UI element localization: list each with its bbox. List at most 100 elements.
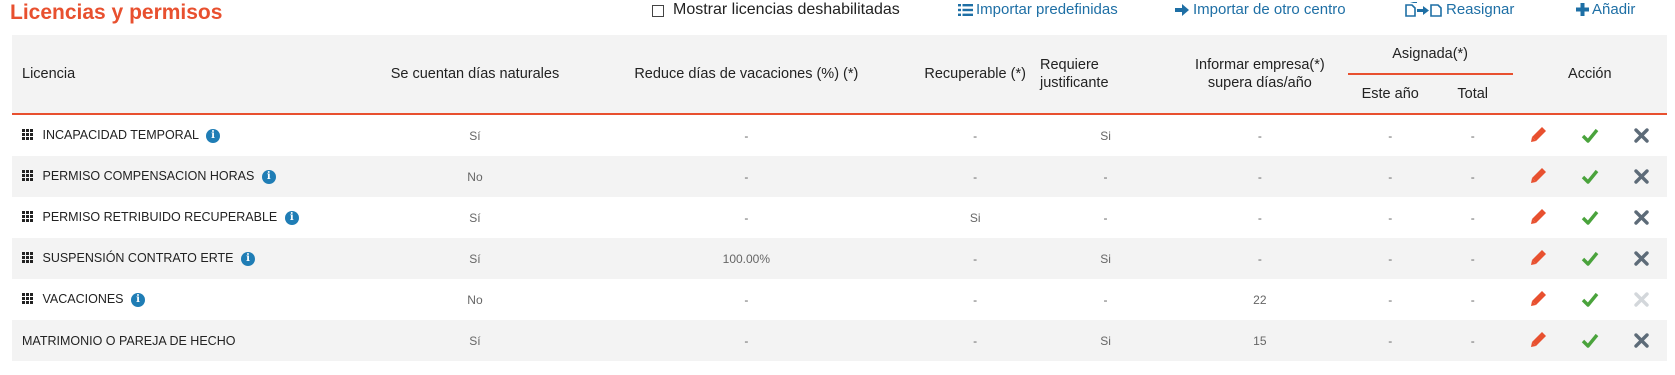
recoverable-cell: - xyxy=(973,128,978,143)
list-icon xyxy=(958,3,973,16)
show-disabled-toggle[interactable]: Mostrar licencias deshabilitadas xyxy=(652,1,900,19)
check-icon[interactable] xyxy=(1580,166,1600,186)
recoverable-cell: - xyxy=(911,238,1040,279)
reduce-vacations-cell: - xyxy=(744,128,749,143)
table-row: PERMISO COMPENSACION HORAS i No - - - - … xyxy=(12,156,1667,197)
add-license-link[interactable]: Añadir xyxy=(1576,1,1635,18)
table-body: INCAPACIDAD TEMPORAL i Sí - - Si - - - P… xyxy=(12,114,1667,361)
license-name: PERMISO COMPENSACION HORAS xyxy=(42,169,255,184)
import-predefined-link[interactable]: Importar predefinidas xyxy=(958,1,1118,18)
col-total[interactable]: Total xyxy=(1432,74,1513,114)
natural-days-cell: No xyxy=(368,156,582,197)
drag-handle-icon[interactable] xyxy=(22,252,33,264)
show-disabled-checkbox[interactable] xyxy=(652,5,664,17)
col-natural-days[interactable]: Se cuentan días naturales xyxy=(368,35,582,114)
natural-days-cell: Sí xyxy=(469,210,481,225)
activate-cell xyxy=(1564,238,1616,279)
info-icon[interactable]: i xyxy=(131,292,146,307)
col-inform[interactable]: Informar empresa(*) supera días/año xyxy=(1172,35,1348,114)
page-title: Licencias y permisos xyxy=(10,1,223,24)
check-icon[interactable] xyxy=(1580,207,1600,227)
natural-days-cell: Sí xyxy=(368,320,582,361)
reassign-label: Reasignar xyxy=(1446,1,1515,18)
check-icon[interactable] xyxy=(1580,330,1600,350)
this-year-cell: - xyxy=(1347,156,1433,197)
justify-cell: Si xyxy=(1039,238,1173,279)
this-year-cell: - xyxy=(1347,320,1433,361)
close-icon[interactable] xyxy=(1631,330,1651,350)
close-icon[interactable] xyxy=(1631,207,1651,227)
license-name: VACACIONES xyxy=(42,292,124,307)
info-icon[interactable]: i xyxy=(261,169,276,184)
inform-cell: - xyxy=(1172,156,1348,197)
edit-cell xyxy=(1513,197,1565,238)
license-name-cell: SUSPENSIÓN CONTRATO ERTE i xyxy=(12,238,369,279)
col-action: Acción xyxy=(1512,35,1667,114)
table-row: VACACIONES i No - - - 22 - - xyxy=(12,279,1667,320)
col-justify-line1: Requiere xyxy=(1040,57,1099,73)
close-icon[interactable] xyxy=(1631,248,1651,268)
drag-handle-icon[interactable] xyxy=(22,211,33,223)
edit-cell xyxy=(1512,156,1565,197)
license-name: SUSPENSIÓN CONTRATO ERTE xyxy=(42,251,234,266)
pencil-icon[interactable] xyxy=(1529,330,1549,350)
delete-cell xyxy=(1615,320,1667,361)
activate-cell xyxy=(1564,320,1616,361)
import-predefined-label: Importar predefinidas xyxy=(976,1,1118,18)
table-row: SUSPENSIÓN CONTRATO ERTE i Sí 100.00% - … xyxy=(12,238,1667,279)
this-year-cell: - xyxy=(1347,238,1433,279)
info-icon[interactable]: i xyxy=(206,128,221,143)
reduce-vacations-cell: - xyxy=(744,292,749,307)
show-disabled-label: Mostrar licencias deshabilitadas xyxy=(673,1,900,18)
info-icon[interactable]: i xyxy=(240,251,255,266)
import-other-center-link[interactable]: Importar de otro centro xyxy=(1175,1,1346,18)
justify-cell: - xyxy=(1039,156,1173,197)
activate-cell xyxy=(1565,114,1616,156)
natural-days-cell: Sí xyxy=(469,128,481,143)
reduce-vacations-cell: - xyxy=(581,320,912,361)
inform-cell: 15 xyxy=(1172,320,1348,361)
check-icon[interactable] xyxy=(1580,289,1600,309)
delete-cell xyxy=(1616,279,1667,320)
close-icon[interactable] xyxy=(1631,166,1651,186)
add-license-label: Añadir xyxy=(1592,1,1636,18)
pencil-icon[interactable] xyxy=(1529,166,1549,186)
natural-days-cell: No xyxy=(467,292,483,307)
close-icon xyxy=(1631,289,1651,309)
edit-cell xyxy=(1512,238,1565,279)
pencil-icon[interactable] xyxy=(1529,125,1549,145)
info-icon[interactable]: i xyxy=(284,210,299,225)
reassign-link[interactable]: Reasignar xyxy=(1405,1,1514,18)
col-recoverable[interactable]: Recuperable (*) xyxy=(911,35,1040,114)
col-license[interactable]: Licencia xyxy=(12,35,369,114)
close-icon[interactable] xyxy=(1631,125,1651,145)
recoverable-cell: - xyxy=(911,320,1040,361)
reassign-icon xyxy=(1405,1,1443,18)
reduce-vacations-cell: 100.00% xyxy=(581,238,912,279)
arrow-right-icon xyxy=(1175,3,1190,16)
col-assigned: Asignada(*) xyxy=(1347,35,1513,75)
col-justify[interactable]: Requiere justificante xyxy=(1039,35,1173,114)
justify-cell: Si xyxy=(1039,320,1173,361)
licenses-table: Licencia Se cuentan días naturales Reduc… xyxy=(12,35,1667,361)
drag-handle-icon[interactable] xyxy=(22,293,33,305)
recoverable-cell: - xyxy=(973,292,978,307)
check-icon[interactable] xyxy=(1580,248,1600,268)
pencil-icon[interactable] xyxy=(1529,248,1549,268)
check-icon[interactable] xyxy=(1580,125,1600,145)
drag-handle-icon[interactable] xyxy=(22,129,33,141)
drag-handle-icon[interactable] xyxy=(22,170,33,182)
col-inform-line2: supera días/año xyxy=(1207,75,1312,91)
delete-cell xyxy=(1615,238,1667,279)
col-this-year[interactable]: Este año xyxy=(1347,74,1433,114)
pencil-icon[interactable] xyxy=(1529,289,1549,309)
table-row: MATRIMONIO O PAREJA DE HECHO Sí - - Si 1… xyxy=(12,320,1667,361)
recoverable-cell: - xyxy=(911,156,1040,197)
pencil-icon[interactable] xyxy=(1529,207,1549,227)
col-reduce-vacations[interactable]: Reduce días de vacaciones (%) (*) xyxy=(581,35,912,114)
justify-cell: Si xyxy=(1100,128,1111,143)
activate-cell xyxy=(1565,197,1616,238)
edit-cell xyxy=(1512,320,1565,361)
page-header: Licencias y permisos Mostrar licencias d… xyxy=(0,0,1675,34)
license-name: MATRIMONIO O PAREJA DE HECHO xyxy=(22,333,236,348)
